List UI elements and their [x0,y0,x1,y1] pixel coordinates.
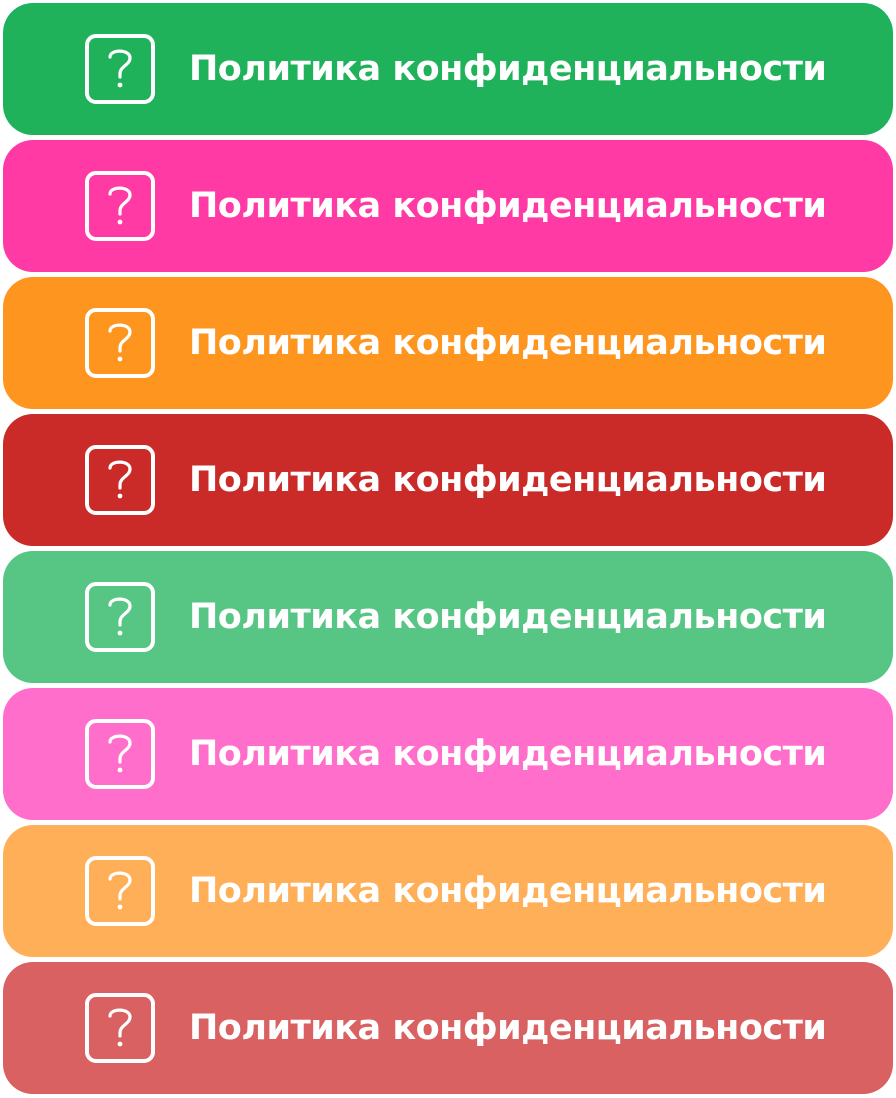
question-mark-icon [85,582,155,652]
privacy-policy-label: Политика конфиденциальности [189,460,827,500]
privacy-policy-label: Политика конфиденциальности [189,734,827,774]
privacy-policy-button-light-pink[interactable]: Политика конфиденциальности [3,688,893,820]
privacy-policy-label: Политика конфиденциальности [189,323,827,363]
question-mark-icon [85,34,155,104]
privacy-policy-button-light-orange[interactable]: Политика конфиденциальности [3,825,893,957]
privacy-policy-label: Политика конфиденциальности [189,49,827,89]
privacy-policy-button-orange[interactable]: Политика конфиденциальности [3,277,893,409]
privacy-button-list: Политика конфиденциальности Политика кон… [3,3,893,1094]
privacy-policy-label: Политика конфиденциальности [189,186,827,226]
privacy-policy-button-green[interactable]: Политика конфиденциальности [3,3,893,135]
privacy-policy-label: Политика конфиденциальности [189,871,827,911]
question-mark-icon [85,308,155,378]
privacy-policy-label: Политика конфиденциальности [189,1008,827,1048]
privacy-policy-label: Политика конфиденциальности [189,597,827,637]
question-mark-icon [85,171,155,241]
question-mark-icon [85,856,155,926]
privacy-policy-button-light-red[interactable]: Политика конфиденциальности [3,962,893,1094]
question-mark-icon [85,445,155,515]
question-mark-icon [85,719,155,789]
privacy-policy-button-red[interactable]: Политика конфиденциальности [3,414,893,546]
privacy-policy-button-pink[interactable]: Политика конфиденциальности [3,140,893,272]
question-mark-icon [85,993,155,1063]
privacy-policy-button-light-green[interactable]: Политика конфиденциальности [3,551,893,683]
